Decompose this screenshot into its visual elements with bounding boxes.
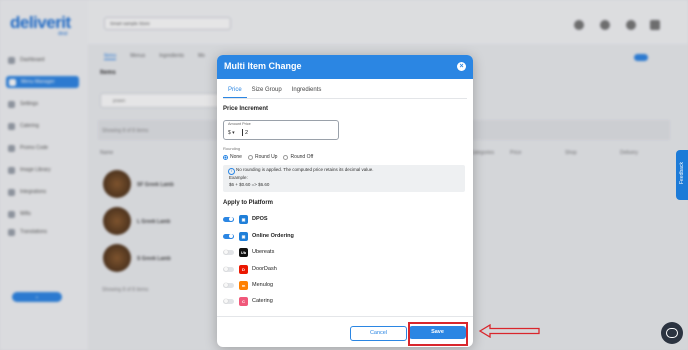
modal-title: Multi Item Change: [224, 61, 302, 71]
platform-row: C Catering: [223, 296, 273, 306]
modal-header: Multi Item Change ×: [217, 55, 473, 79]
platform-name: Catering: [252, 298, 273, 304]
footer-divider: [217, 316, 473, 317]
rounding-label: Rounding: [223, 146, 241, 151]
radio-button[interactable]: [247, 154, 253, 160]
platform-name: Menulog: [252, 282, 274, 288]
radio-label: None: [230, 154, 242, 160]
platform-row: m Menulog: [223, 280, 273, 290]
close-icon[interactable]: ×: [457, 62, 466, 71]
modal-tab[interactable]: Ingredients: [287, 85, 327, 98]
platform-row: ▣ DPOS: [223, 214, 268, 224]
platform-row: ▣ Online Ordering: [223, 231, 294, 241]
modal-tabs: Price Size Group Ingredients: [223, 85, 326, 98]
info-example-calc: $6 + $0.60 => $6.60: [229, 182, 270, 187]
radio-label: Round Up: [254, 154, 278, 160]
tab-divider: [223, 98, 467, 99]
radio-label: Round Off: [290, 154, 314, 160]
info-icon: i: [228, 168, 235, 175]
info-text: No rounding is applied. The computed pri…: [236, 167, 374, 172]
chat-icon: [666, 328, 678, 338]
platform-row: Ub Ubereats: [223, 247, 274, 257]
radio-button[interactable]: [223, 154, 228, 160]
platform-toggle[interactable]: [223, 249, 234, 255]
radio-button[interactable]: [283, 154, 289, 160]
currency-select[interactable]: $ ▾: [228, 130, 235, 136]
ubereats-icon: Ub: [239, 247, 248, 257]
apply-to-platform-title: Apply to Platform: [223, 200, 274, 206]
platform-toggle[interactable]: [223, 216, 234, 222]
feedback-tab[interactable]: Feedback: [676, 150, 688, 200]
doordash-icon: D: [239, 264, 248, 274]
online-ordering-icon: ▣: [239, 231, 248, 241]
platform-name: Ubereats: [252, 249, 275, 255]
save-highlight-box: [408, 322, 468, 346]
modal-tab[interactable]: Size Group: [247, 85, 287, 98]
catering-icon: C: [239, 296, 248, 306]
rounding-options: None Round Up Round Off: [223, 154, 313, 160]
info-example-label: Example:: [229, 175, 248, 180]
amount-price-label: Amount Price: [228, 122, 251, 126]
platform-row: D DoorDash: [223, 264, 277, 274]
annotation-arrow-icon: [478, 324, 540, 338]
text-cursor: [242, 129, 243, 136]
rounding-radio[interactable]: Round Off: [283, 154, 313, 160]
modal-tab[interactable]: Price: [223, 85, 247, 98]
dpos-icon: ▣: [239, 214, 248, 224]
amount-price-input[interactable]: 2: [245, 130, 248, 136]
rounding-radio[interactable]: None: [223, 154, 242, 160]
platform-name: DPOS: [252, 216, 268, 222]
feedback-label: Feedback: [679, 162, 685, 184]
multi-item-change-modal: Multi Item Change × Price Size Group Ingre…: [217, 55, 473, 347]
amount-price-field[interactable]: Amount Price $ ▾ 2: [223, 120, 339, 140]
platform-name: DoorDash: [252, 266, 277, 272]
platform-toggle[interactable]: [223, 233, 234, 239]
rounding-info-box: i No rounding is applied. The computed p…: [223, 165, 465, 192]
platform-toggle[interactable]: [223, 266, 234, 272]
platform-toggle[interactable]: [223, 298, 234, 304]
chat-button[interactable]: [661, 322, 683, 344]
cancel-button[interactable]: Cancel: [350, 326, 407, 341]
price-increment-title: Price Increment: [223, 106, 269, 112]
rounding-radio[interactable]: Round Up: [247, 154, 278, 160]
platform-toggle[interactable]: [223, 282, 234, 288]
menulog-icon: m: [239, 280, 248, 290]
platform-name: Online Ordering: [252, 233, 294, 239]
